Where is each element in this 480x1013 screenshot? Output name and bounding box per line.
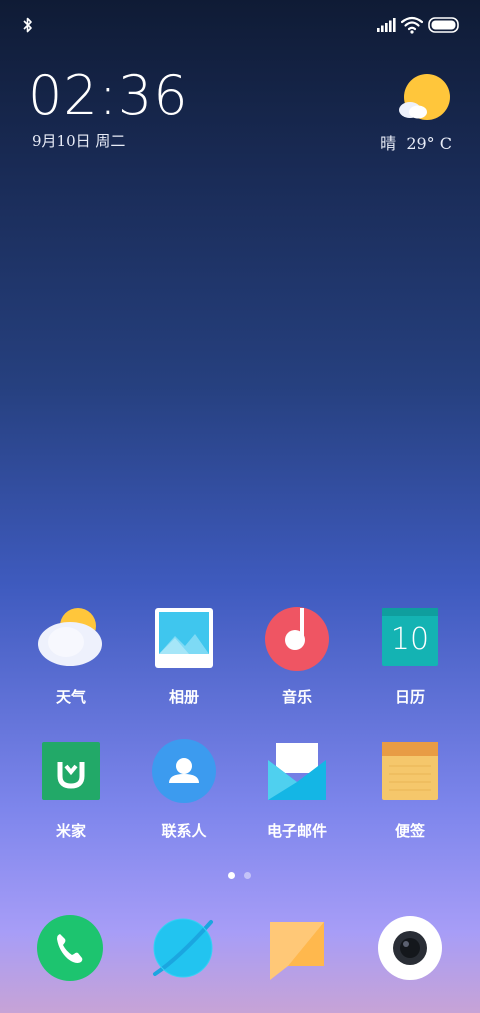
dock-camera[interactable]	[376, 914, 444, 982]
calendar-app-icon: 10	[382, 608, 438, 666]
page-indicator	[228, 872, 254, 880]
notes-app-icon	[382, 742, 438, 800]
app-notes[interactable]: 便签	[360, 738, 460, 841]
app-label: 天气	[55, 688, 86, 706]
calendar-day-number: 10	[391, 622, 429, 657]
contacts-app-icon	[152, 739, 216, 803]
app-label: 米家	[55, 822, 86, 840]
weather-app-icon	[38, 608, 102, 666]
gallery-app-icon	[155, 608, 213, 668]
app-music[interactable]: 音乐	[247, 604, 347, 707]
dock-phone[interactable]	[36, 914, 104, 982]
battery-icon	[428, 17, 459, 33]
page-dot[interactable]	[244, 872, 251, 879]
weather-condition: 晴	[380, 134, 397, 153]
app-gallery[interactable]: 相册	[134, 604, 234, 707]
clock-time[interactable]: 02:36	[28, 64, 189, 128]
camera-app-icon	[378, 916, 442, 980]
app-label: 联系人	[161, 822, 207, 840]
app-email[interactable]: 电子邮件	[247, 738, 347, 841]
clock-date: 9月10日 周二	[32, 132, 126, 150]
browser-app-icon	[153, 918, 213, 978]
mijia-app-icon	[42, 742, 100, 800]
weather-widget[interactable]: 晴 29° C	[362, 72, 452, 154]
weather-temperature: 29° C	[406, 134, 452, 153]
app-label: 相册	[168, 688, 199, 706]
dock-browser[interactable]	[149, 914, 217, 982]
bluetooth-icon	[23, 17, 32, 33]
sunny-weather-icon	[399, 74, 450, 120]
app-label: 便签	[394, 822, 425, 840]
app-contacts[interactable]: 联系人	[134, 738, 234, 841]
app-label: 音乐	[281, 688, 312, 706]
messages-app-icon	[270, 922, 324, 980]
app-weather[interactable]: 天气	[21, 604, 121, 707]
app-calendar[interactable]: 10 日历	[360, 604, 460, 707]
email-app-icon	[268, 743, 326, 800]
weather-text: 晴 29° C	[380, 130, 452, 154]
page-dot-active[interactable]	[228, 872, 235, 879]
music-app-icon	[265, 607, 329, 671]
signal-icon	[377, 18, 396, 32]
dock-messages[interactable]	[262, 914, 330, 982]
status-bar	[0, 0, 480, 50]
app-label: 日历	[394, 688, 425, 706]
wifi-icon	[401, 16, 423, 34]
app-label: 电子邮件	[266, 822, 327, 840]
app-mijia[interactable]: 米家	[21, 738, 121, 841]
phone-app-icon	[37, 915, 103, 981]
